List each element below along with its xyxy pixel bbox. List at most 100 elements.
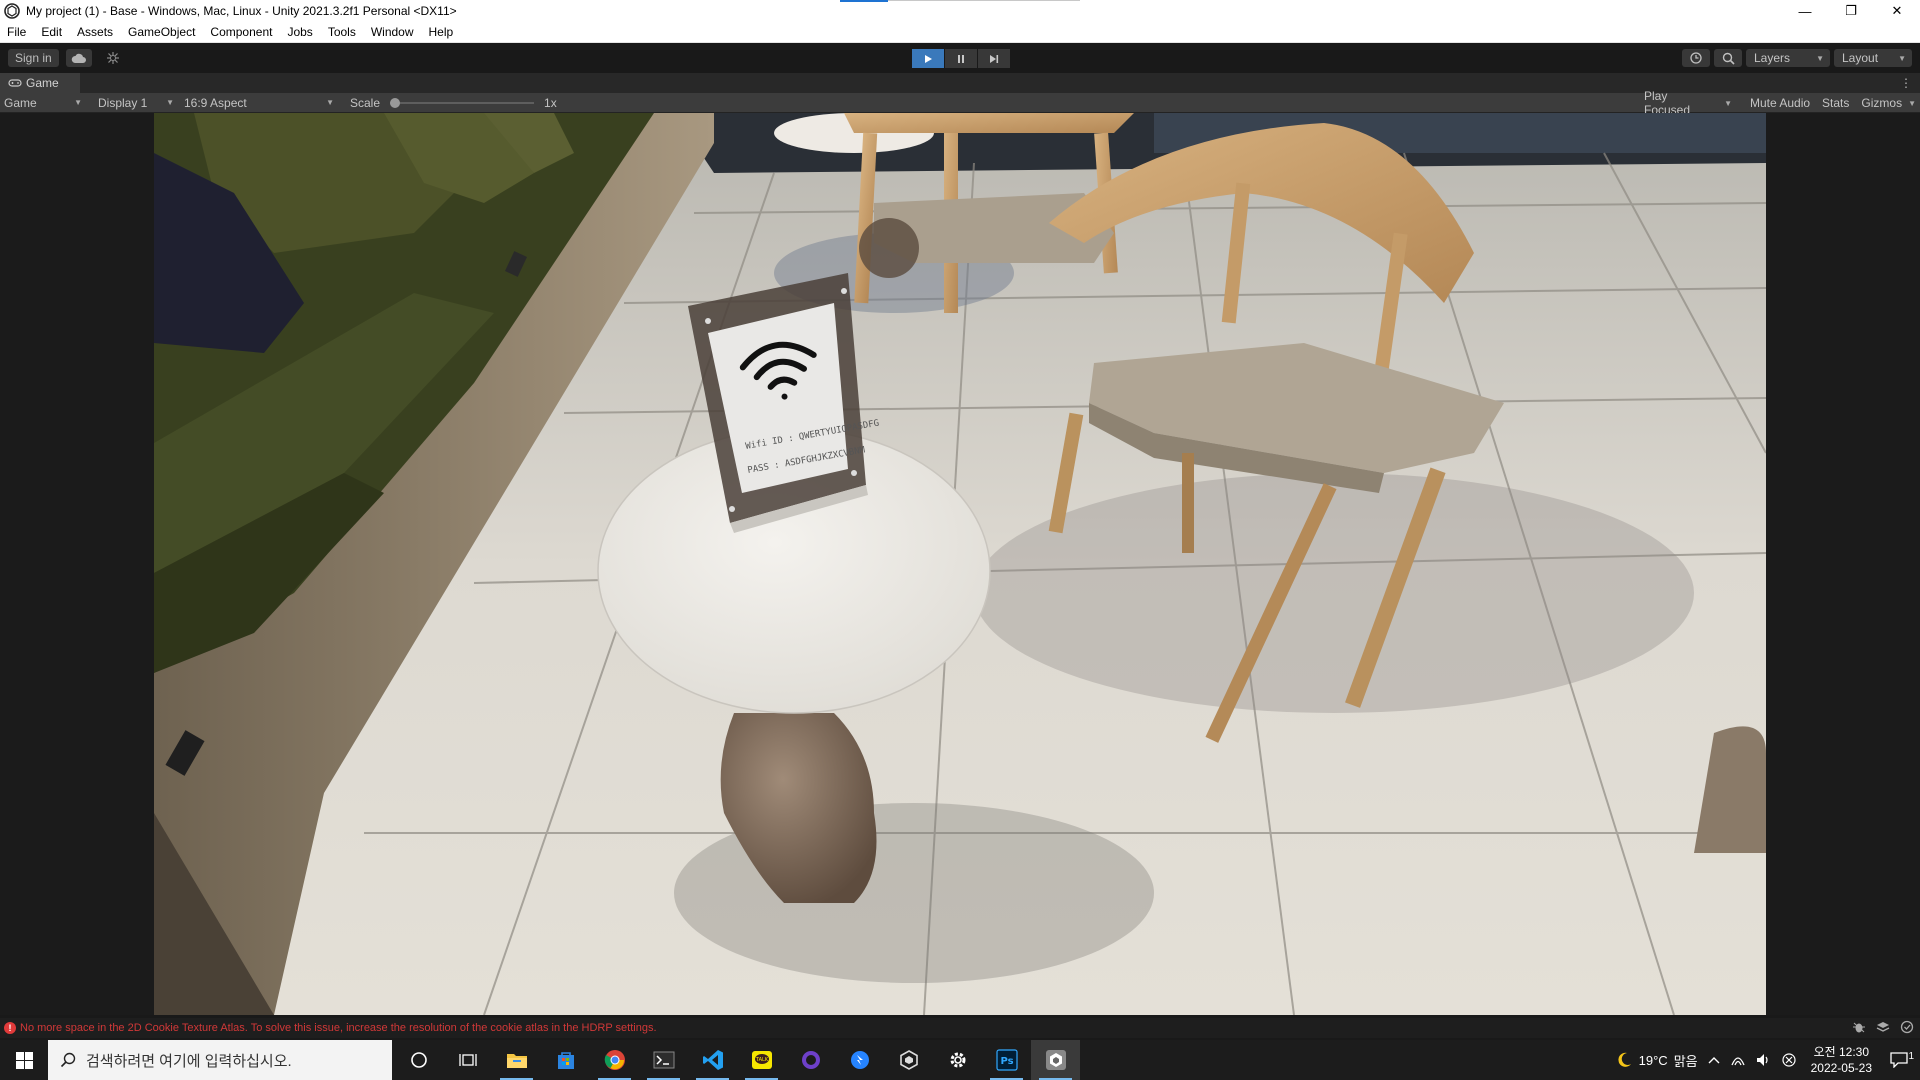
progress-check-icon[interactable] [1900,1020,1914,1034]
close-button[interactable]: ✕ [1874,0,1920,22]
cloud-icon [71,53,86,63]
display-label: Display 1 [98,95,148,110]
chevron-down-icon: ▼ [166,98,174,107]
chevron-down-icon: ▼ [1816,53,1824,63]
clock-time: 오전 12:30 [1813,1045,1870,1059]
search-button[interactable] [1714,49,1742,67]
scene-render: Wifi ID : QWERTYUIOPASDFG PASS : ASDFGHJ… [154,113,1766,1015]
pause-button[interactable] [945,49,977,68]
weather-temp: 19°C [1638,1052,1668,1068]
windows-logo-icon [15,1051,33,1069]
file-explorer-button[interactable] [492,1040,541,1080]
main-toolbar: Sign in Layers ▼ Layout ▼ [0,43,1920,73]
game-mode-dropdown[interactable]: Game ▼ [0,93,88,113]
taskbar-search-box[interactable]: 검색하려면 여기에 입력하십시오. [48,1040,392,1080]
play-icon [925,54,932,63]
tab-game[interactable]: Game [0,73,80,93]
scale-slider[interactable] [390,97,535,108]
game-render-view[interactable]: Wifi ID : QWERTYUIOPASDFG PASS : ASDFGHJ… [154,113,1766,1015]
step-button[interactable] [978,49,1010,68]
console-status-bar[interactable]: ! No more space in the 2D Cookie Texture… [0,1018,1920,1038]
taskbar-clock[interactable]: 오전 12:30 2022-05-23 [1801,1044,1882,1076]
gizmos-dropdown-icon[interactable]: ▼ [1908,99,1920,108]
error-message[interactable]: ! No more space in the 2D Cookie Texture… [4,1022,657,1034]
menu-bar: File Edit Assets GameObject Component Jo… [0,22,1920,43]
gizmos-toggle[interactable]: Gizmos [1855,96,1908,110]
task-view-button[interactable] [443,1040,492,1080]
unity-hub-button[interactable] [884,1040,933,1080]
menu-edit[interactable]: Edit [34,25,70,39]
sourcetree-icon [850,1051,869,1069]
notification-count: 1 [1908,1051,1914,1062]
settings-button[interactable] [933,1040,982,1080]
svg-text:TALK: TALK [754,1057,768,1063]
more-options-icon[interactable]: ⋮ [1900,76,1912,90]
layers-stack-icon[interactable] [1876,1020,1890,1034]
photoshop-button[interactable]: Ps [982,1040,1031,1080]
stats-toggle[interactable]: Stats [1816,96,1855,110]
chrome-button[interactable] [590,1040,639,1080]
action-center-button[interactable]: 1 [1882,1051,1920,1068]
view-tab-bar: Game ⋮ [0,73,1920,93]
window-titlebar: My project (1) - Base - Windows, Mac, Li… [0,0,1920,22]
collab-button[interactable] [100,49,126,67]
notification-icon [1890,1052,1908,1068]
cortana-button[interactable] [394,1040,443,1080]
sourcetree-button[interactable] [835,1040,884,1080]
history-button[interactable] [1682,49,1710,67]
github-desktop-button[interactable] [786,1040,835,1080]
network-button[interactable] [1725,1053,1751,1067]
play-focused-dropdown[interactable]: Play Focused ▼ [1634,89,1744,117]
debug-icon[interactable] [1852,1020,1866,1034]
layers-dropdown[interactable]: Layers ▼ [1746,49,1830,67]
chevron-up-icon [1708,1057,1720,1064]
weather-widget[interactable]: 19°C 맑음 [1610,1051,1703,1070]
start-button[interactable] [0,1040,48,1080]
menu-jobs[interactable]: Jobs [280,25,320,39]
menu-assets[interactable]: Assets [70,25,121,39]
gamepad-icon [8,79,22,87]
aspect-dropdown[interactable]: 16:9 Aspect ▼ [180,93,340,113]
store-icon [557,1052,574,1069]
unity-logo-icon [4,3,20,19]
minimize-button[interactable]: — [1782,0,1828,22]
cloud-button[interactable] [66,49,92,67]
window-title: My project (1) - Base - Windows, Mac, Li… [26,4,457,18]
menu-help[interactable]: Help [422,25,462,39]
weather-text: 맑음 [1673,1053,1698,1069]
restore-button[interactable]: ❐ [1828,0,1874,22]
kakaotalk-button[interactable]: TALK [737,1040,786,1080]
show-hidden-icons-button[interactable] [1703,1056,1725,1064]
sign-in-button[interactable]: Sign in [8,49,59,67]
chevron-down-icon: ▼ [1898,53,1906,63]
scale-value: 1x [544,95,557,110]
menu-gameobject[interactable]: GameObject [121,25,203,39]
unity-editor-button[interactable] [1031,1040,1080,1080]
search-icon [1722,52,1735,65]
store-button[interactable] [541,1040,590,1080]
wifi-tray-icon [1731,1057,1745,1066]
error-icon: ! [4,1022,16,1034]
unity-hub-icon [899,1050,918,1070]
ime-button[interactable] [1777,1053,1801,1067]
menu-window[interactable]: Window [364,25,422,39]
folder-icon [506,1054,527,1068]
task-view-icon [458,1054,477,1066]
vscode-button[interactable] [688,1040,737,1080]
windows-taskbar: 검색하려면 여기에 입력하십시오. TALK Ps 19°C 맑음 오전 12:… [0,1040,1920,1080]
menu-component[interactable]: Component [203,25,280,39]
cortana-icon [410,1052,427,1068]
titlebar-divider [888,0,1080,1]
mute-audio-toggle[interactable]: Mute Audio [1744,96,1816,110]
volume-button[interactable] [1751,1053,1777,1067]
chevron-down-icon: ▼ [1724,98,1732,108]
layout-dropdown[interactable]: Layout ▼ [1834,49,1912,67]
play-button[interactable] [912,49,944,68]
menu-tools[interactable]: Tools [321,25,364,39]
display-dropdown[interactable]: Display 1 ▼ [94,93,180,113]
scale-slider-handle[interactable] [390,97,401,108]
menu-file[interactable]: File [0,25,34,39]
history-icon [1690,52,1702,64]
game-mode-label: Game [4,95,37,110]
terminal-button[interactable] [639,1040,688,1080]
